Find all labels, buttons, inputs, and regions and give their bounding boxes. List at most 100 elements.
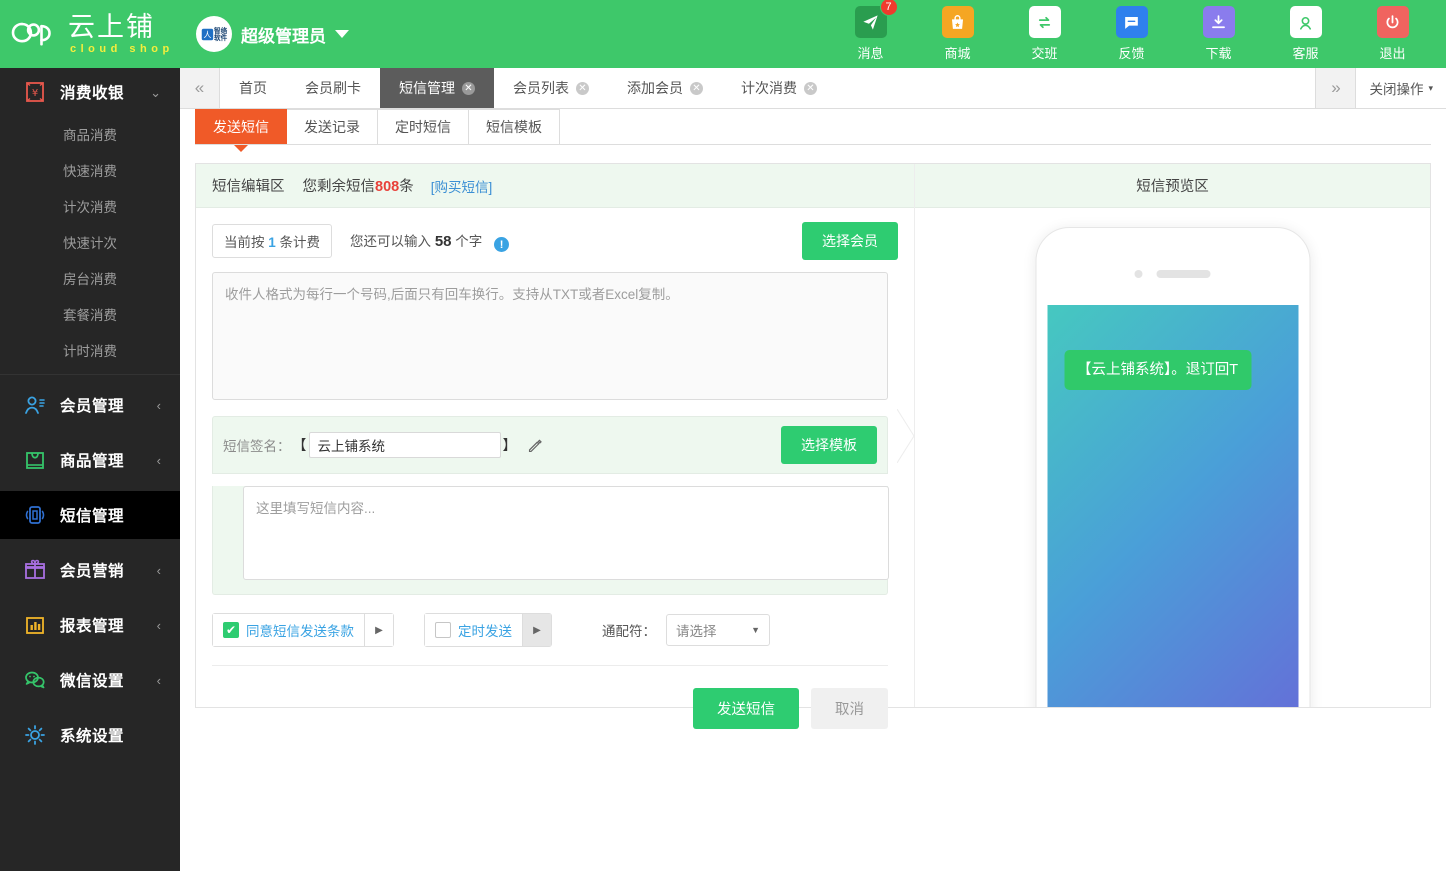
char-count-number: 58: [434, 232, 452, 250]
close-icon[interactable]: ✕: [462, 81, 475, 95]
tab-sms-management[interactable]: 短信管理 ✕: [380, 68, 494, 108]
tool-message[interactable]: 7 消息: [827, 0, 914, 62]
sidebar-subitem-goods-consume[interactable]: 商品消费: [0, 116, 180, 152]
select-template-button[interactable]: 选择模板: [781, 426, 877, 464]
timed-send-label: 定时发送: [458, 624, 512, 639]
tab-member-card[interactable]: 会员刷卡: [286, 68, 380, 108]
check-mark-icon: ✔: [223, 622, 239, 638]
sidebar-label-sms: 短信管理: [60, 508, 125, 525]
sms-remaining: 您剩余短信808条: [303, 175, 414, 196]
shop-bag-icon: [941, 6, 974, 38]
tool-logout[interactable]: 退出: [1349, 6, 1436, 62]
recipients-textarea[interactable]: [212, 272, 888, 400]
sub-tab-bar: 发送短信 发送记录 定时短信 短信模板: [195, 109, 560, 145]
gear-settings-icon: [22, 722, 48, 748]
tool-shop[interactable]: 商城: [914, 6, 1001, 62]
signature-input[interactable]: [308, 432, 501, 458]
buy-sms-link[interactable]: [购买短信]: [431, 176, 493, 196]
tab-home[interactable]: 首页: [220, 68, 286, 108]
tool-download[interactable]: 下载: [1175, 6, 1262, 62]
info-exclamation-icon[interactable]: !: [494, 237, 510, 253]
sidebar-item-report[interactable]: 报表管理 ‹: [0, 601, 180, 649]
wildcard-label: 通配符：: [602, 624, 656, 639]
sms-preview-title: 短信预览区: [1136, 179, 1209, 195]
billing-meter-row: 当前按 1 条计费 您还可以输入 58 个字 ! 选择会员: [196, 208, 914, 260]
sidebar-item-marketing[interactable]: 会员营销 ‹: [0, 546, 180, 594]
sidebar-item-sms[interactable]: 短信管理: [0, 491, 180, 539]
avatar-letter: 人: [201, 28, 213, 40]
wildcard-select[interactable]: 请选择 ▼: [666, 614, 770, 646]
sidebar-label-marketing: 会员营销: [60, 563, 125, 580]
phone-speaker-icon: [1156, 270, 1211, 278]
subtab-send-records[interactable]: 发送记录: [287, 109, 378, 145]
sidebar-label-wechat: 微信设置: [60, 673, 125, 690]
sidebar-item-goods[interactable]: 商品管理 ‹: [0, 436, 180, 484]
close-operations-label: 关闭操作: [1369, 82, 1424, 97]
sidebar-divider: [0, 374, 180, 375]
close-icon[interactable]: ✕: [690, 81, 703, 95]
sidebar-item-wechat[interactable]: 微信设置 ‹: [0, 656, 180, 704]
close-icon[interactable]: ✕: [576, 81, 589, 95]
billing-chip-count: 1: [268, 235, 276, 250]
billing-chip-prefix: 当前按: [224, 235, 265, 250]
customer-service-icon: [1289, 6, 1322, 38]
select-member-button[interactable]: 选择会员: [802, 222, 898, 260]
close-icon[interactable]: ✕: [804, 81, 817, 95]
sidebar-item-cashier[interactable]: ¥ 消费收银 ⌄: [0, 68, 180, 116]
chevron-down-icon: ⌄: [150, 84, 161, 100]
agree-terms-checkbox[interactable]: ✔ 同意短信发送条款: [213, 614, 364, 646]
pencil-edit-icon[interactable]: [527, 437, 544, 454]
shift-exchange-icon: [1028, 6, 1061, 38]
sidebar-submenu-cashier: 商品消费 快速消费 计次消费 快速计次 房台消费 套餐消费 计时消费: [0, 116, 180, 368]
brand-logo[interactable]: 云上铺 cloud shop: [0, 12, 180, 56]
double-chevron-right-icon[interactable]: »: [1315, 68, 1356, 108]
avatar-badge-line2: 软件: [213, 33, 227, 42]
cancel-button[interactable]: 取消: [811, 688, 888, 729]
sidebar-subitem-count-consume[interactable]: 计次消费: [0, 188, 180, 224]
download-icon: [1202, 6, 1235, 38]
sms-remaining-suffix: 条: [399, 179, 414, 195]
sidebar-subitem-timed-consume[interactable]: 计时消费: [0, 332, 180, 368]
sidebar-item-settings[interactable]: 系统设置: [0, 711, 180, 759]
tool-support[interactable]: 客服: [1262, 6, 1349, 62]
submit-row: 发送短信 取消: [212, 688, 888, 729]
tab-count-consume[interactable]: 计次消费 ✕: [722, 68, 836, 108]
close-operations-menu[interactable]: 关闭操作 ▾: [1355, 68, 1446, 108]
tab-add-member[interactable]: 添加会员 ✕: [608, 68, 722, 108]
agree-terms-label: 同意短信发送条款: [246, 624, 354, 639]
subtab-send-records-label: 发送记录: [304, 119, 360, 135]
tab-count-consume-label: 计次消费: [741, 80, 797, 96]
subtab-scheduled-sms[interactable]: 定时短信: [378, 109, 469, 145]
phone-mockup-icon: 【云上铺系统】。退订回T: [1035, 227, 1310, 707]
subtab-sms-template[interactable]: 短信模板: [469, 109, 560, 145]
sidebar-item-member[interactable]: 会员管理 ‹: [0, 381, 180, 429]
sidebar-subitem-package-consume[interactable]: 套餐消费: [0, 296, 180, 332]
phone-top-bar: [1036, 228, 1309, 278]
subtab-send-sms-label: 发送短信: [213, 119, 269, 135]
sms-message-icon: [22, 502, 48, 528]
billing-chip-suffix: 条计费: [279, 235, 321, 250]
billing-chip: 当前按 1 条计费: [212, 224, 333, 258]
timed-send-expand-button[interactable]: ▶: [522, 614, 551, 646]
caret-down-icon[interactable]: [335, 30, 349, 38]
agree-terms-expand-button[interactable]: ▶: [364, 614, 393, 646]
tab-member-card-label: 会员刷卡: [305, 80, 361, 96]
sidebar-subitem-quick-count[interactable]: 快速计次: [0, 224, 180, 260]
user-menu[interactable]: 人 智络 软件 超级管理员: [196, 16, 349, 52]
tool-shift[interactable]: 交班: [1001, 6, 1088, 62]
double-chevron-left-icon[interactable]: «: [180, 68, 220, 108]
wechat-icon: [22, 667, 48, 693]
sms-content-textarea[interactable]: [243, 486, 889, 580]
sidebar-subitem-quick-consume[interactable]: 快速消费: [0, 152, 180, 188]
tool-shift-label: 交班: [1031, 46, 1058, 61]
tab-sms-management-label: 短信管理: [399, 80, 455, 96]
send-sms-button[interactable]: 发送短信: [693, 688, 799, 729]
tab-member-list[interactable]: 会员列表 ✕: [494, 68, 608, 108]
tab-strip: « 首页 会员刷卡 短信管理 ✕ 会员列表 ✕ 添加会员 ✕ 计次消费 ✕ » …: [180, 68, 1446, 109]
sidebar-subitem-room-consume[interactable]: 房台消费: [0, 260, 180, 296]
sms-content-wrapper: [212, 486, 889, 595]
member-user-icon: [22, 392, 48, 418]
timed-send-checkbox[interactable]: 定时发送: [425, 614, 522, 646]
tool-feedback[interactable]: 反馈: [1088, 6, 1175, 62]
subtab-send-sms[interactable]: 发送短信: [195, 109, 287, 145]
